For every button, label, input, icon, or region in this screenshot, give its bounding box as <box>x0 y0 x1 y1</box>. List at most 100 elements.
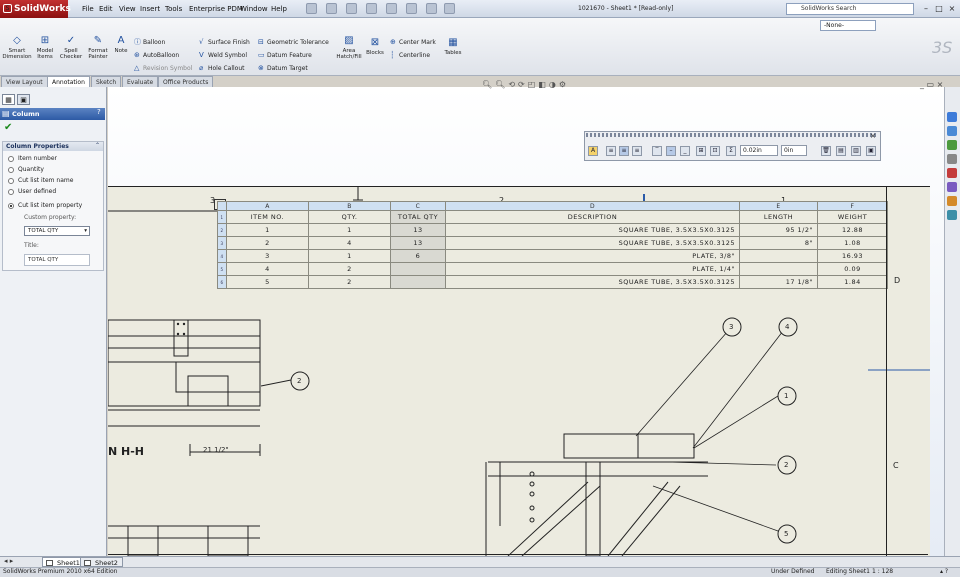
row-handle[interactable]: 1 <box>217 210 227 224</box>
border-icon[interactable]: ⊡ <box>710 146 720 156</box>
cell[interactable]: 0.09 <box>817 262 888 276</box>
text-style-icon[interactable]: A <box>588 146 598 156</box>
menu-window[interactable]: Window <box>240 0 268 18</box>
align-right-icon[interactable]: ≡ <box>632 146 642 156</box>
cell[interactable]: 6 <box>390 249 446 263</box>
close-button[interactable]: × <box>946 3 958 14</box>
header-item-no[interactable]: ITEM NO. <box>226 210 309 224</box>
new-document-icon[interactable] <box>306 3 317 14</box>
sheet-tab-2[interactable]: Sheet2 <box>80 557 123 567</box>
tab-view-layout[interactable]: View Layout <box>1 76 48 87</box>
delete-icon[interactable]: 🗑 <box>821 146 831 156</box>
smart-dimension-button[interactable]: ◇ Smart Dimension <box>2 36 32 61</box>
cell[interactable]: 16.93 <box>817 249 888 263</box>
window-controls-icon[interactable]: _ ▭ × <box>920 80 943 89</box>
file-explorer-icon[interactable] <box>947 140 957 150</box>
cell[interactable]: SQUARE TUBE, 3.5X3.5X0.3125 <box>445 223 740 237</box>
option-quantity[interactable]: Quantity <box>8 165 44 175</box>
align-left-icon[interactable]: ≡ <box>606 146 616 156</box>
option-user-defined[interactable]: User defined <box>8 187 56 197</box>
cell[interactable]: 13 <box>390 236 446 250</box>
valign-top-icon[interactable]: ‾ <box>652 146 662 156</box>
cell[interactable]: 95 1/2" <box>739 223 818 237</box>
cell[interactable]: 2 <box>308 275 391 289</box>
weld-symbol-button[interactable]: ᐯ Weld Symbol <box>199 50 247 60</box>
cell[interactable] <box>390 275 446 289</box>
pin-icon[interactable]: ? <box>97 108 101 116</box>
view-palette-icon[interactable] <box>947 168 957 178</box>
center-mark-button[interactable]: ⊕ Center Mark <box>390 37 436 47</box>
solidworks-forum-icon[interactable] <box>947 210 957 220</box>
open-icon[interactable] <box>326 3 337 14</box>
merge-cells-icon[interactable]: ▣ <box>866 146 876 156</box>
tab-evaluate[interactable]: Evaluate <box>122 76 159 87</box>
revision-symbol-button[interactable]: △ Revision Symbol <box>134 63 192 73</box>
insert-row-icon[interactable]: ▤ <box>836 146 846 156</box>
cell[interactable]: 2 <box>226 236 309 250</box>
option-cut-list-item-property[interactable]: Cut list item property <box>8 201 82 211</box>
cell[interactable]: SQUARE TUBE, 3.5X3.5X0.3125 <box>445 236 740 250</box>
property-manager-tab-icon[interactable]: ▣ <box>17 94 30 105</box>
table-header-icon[interactable]: ⊞ <box>696 146 706 156</box>
feature-manager-tab-icon[interactable]: ▦ <box>2 94 15 105</box>
undo-icon[interactable] <box>386 3 397 14</box>
cell[interactable]: 17 1/8" <box>739 275 818 289</box>
valign-bottom-icon[interactable]: _ <box>680 146 690 156</box>
menu-enterprise-pdm[interactable]: Enterprise PDM <box>189 0 243 18</box>
option-cut-list-item-name[interactable]: Cut list item name <box>8 176 73 186</box>
toolbar-close-icon[interactable]: × <box>870 132 876 140</box>
cell[interactable]: 1 <box>308 249 391 263</box>
row-handle[interactable]: 3 <box>217 236 227 250</box>
tables-button[interactable]: ▦ Tables <box>442 38 464 57</box>
centerline-button[interactable]: ┆ Centerline <box>390 50 430 60</box>
surface-finish-button[interactable]: √ Surface Finish <box>199 37 250 47</box>
column-letter-a[interactable]: A <box>226 201 309 211</box>
cell[interactable]: SQUARE TUBE, 3.5X3.5X0.3125 <box>445 275 740 289</box>
sheet-tab-1[interactable]: Sheet1 <box>42 557 85 567</box>
custom-properties-icon[interactable] <box>947 196 957 206</box>
menu-edit[interactable]: Edit <box>99 0 113 18</box>
cell[interactable]: 4 <box>226 262 309 276</box>
area-hatch-button[interactable]: ▨ Area Hatch/Fill <box>334 36 364 61</box>
cell[interactable]: PLATE, 3/8" <box>445 249 740 263</box>
row-handle[interactable]: 5 <box>217 262 227 276</box>
option-item-number[interactable]: Item number <box>8 154 57 164</box>
cell[interactable]: 4 <box>308 236 391 250</box>
row-handle[interactable]: 6 <box>217 275 227 289</box>
cell[interactable]: 1.84 <box>817 275 888 289</box>
blocks-button[interactable]: ⊠ Blocks <box>366 38 384 57</box>
rebuild-icon[interactable] <box>426 3 437 14</box>
row-handle[interactable]: 4 <box>217 249 227 263</box>
cell[interactable]: 2 <box>308 262 391 276</box>
spacing-input[interactable]: 0.02in <box>740 145 778 156</box>
menu-tools[interactable]: Tools <box>165 0 182 18</box>
autoballoon-button[interactable]: ⊛ AutoBalloon <box>134 50 179 60</box>
datum-target-button[interactable]: ⊗ Datum Target <box>258 63 308 73</box>
cell[interactable] <box>390 262 446 276</box>
tab-sketch[interactable]: Sketch <box>91 76 122 87</box>
hole-callout-button[interactable]: ⌀ Hole Callout <box>199 63 244 73</box>
cell[interactable]: 1 <box>308 223 391 237</box>
row-handle[interactable]: 2 <box>217 223 227 237</box>
cell[interactable]: PLATE, 1/4" <box>445 262 740 276</box>
datum-feature-button[interactable]: ▭ Datum Feature <box>258 50 312 60</box>
balloon-button[interactable]: ⓘ Balloon <box>134 37 165 47</box>
table-corner[interactable] <box>217 201 227 211</box>
sum-icon[interactable]: Σ <box>726 146 736 156</box>
menu-help[interactable]: Help <box>271 0 287 18</box>
cell[interactable]: 12.88 <box>817 223 888 237</box>
cell[interactable] <box>739 262 818 276</box>
spell-checker-button[interactable]: ✓ Spell Checker <box>58 36 84 61</box>
column-letter-e[interactable]: E <box>739 201 818 211</box>
search-input[interactable]: SolidWorks Search <box>786 3 914 15</box>
menu-insert[interactable]: Insert <box>140 0 160 18</box>
format-painter-button[interactable]: ✎ Format Painter <box>86 36 110 61</box>
cell[interactable]: 1.08 <box>817 236 888 250</box>
align-center-icon[interactable]: ≡ <box>619 146 629 156</box>
menu-view[interactable]: View <box>119 0 136 18</box>
header-length[interactable]: LENGTH <box>739 210 818 224</box>
header-total-qty[interactable]: TOTAL QTY <box>390 210 446 224</box>
valign-middle-icon[interactable]: – <box>666 146 676 156</box>
header-weight[interactable]: WEIGHT <box>817 210 888 224</box>
header-qty[interactable]: QTY. <box>308 210 391 224</box>
